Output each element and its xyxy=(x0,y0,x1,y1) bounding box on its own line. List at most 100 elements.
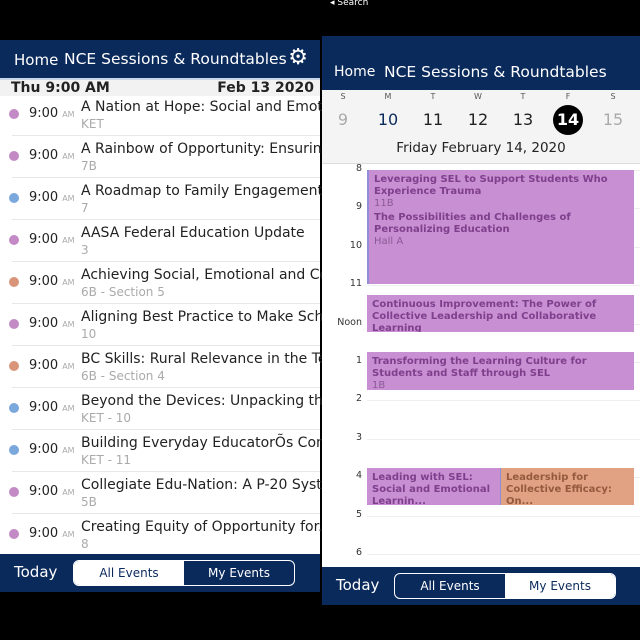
weekday-letter: S xyxy=(610,92,616,101)
my-events-tab[interactable]: My Events xyxy=(505,574,615,598)
day-number: 14 xyxy=(553,105,583,135)
session-room: KET - 11 xyxy=(81,453,132,467)
weekday-9[interactable]: S9 xyxy=(328,90,358,135)
nav-header: Home NCE Sessions & Roundtables xyxy=(322,36,640,90)
back-to-search[interactable]: ◂ Search xyxy=(330,0,368,8)
bottom-toolbar: Today All Events My Events xyxy=(322,567,640,605)
time-ampm: AM xyxy=(62,320,75,329)
calendar-event[interactable]: Leadership for Collective Efficacy: On..… xyxy=(501,467,634,505)
category-dot-icon xyxy=(9,151,19,161)
calendar-event[interactable]: Transforming the Learning Culture for St… xyxy=(367,352,634,390)
session-row[interactable]: 9:00 AM Achieving Social, Emotional and Co… xyxy=(0,262,350,304)
time-ampm: AM xyxy=(62,152,75,161)
weekday-15[interactable]: S 15 xyxy=(598,90,628,135)
week-strip: S 9 M 10 T 11 W 12 T 13 F 14 S 15 Friday February 14,… xyxy=(322,90,640,164)
category-dot-icon xyxy=(9,277,19,287)
session-time: 9:00 AM xyxy=(29,190,75,205)
time-ampm: AM xyxy=(62,278,75,287)
session-title: Beyond the Devices: Unpacking the... xyxy=(81,393,345,409)
session-time: 9:00 AM xyxy=(29,358,75,373)
session-room: 3 xyxy=(81,243,89,257)
weekday-11[interactable]: T 11 xyxy=(418,90,448,135)
session-time: 9:00 AM xyxy=(29,442,75,457)
category-dot-icon xyxy=(9,529,19,539)
weekday-14[interactable]: F 14 xyxy=(553,90,583,135)
event-room: Hall A xyxy=(374,236,404,247)
session-title: Building Everyday EducatorÕs Com... xyxy=(81,435,344,451)
event-title: The Possibilities and Challenges of Pers… xyxy=(374,212,571,235)
session-title: A Nation at Hope: Social and Emoti... xyxy=(81,99,341,115)
today-button[interactable]: Today xyxy=(336,576,379,594)
weekday-letter: S xyxy=(340,92,346,101)
session-row[interactable]: 9:00 AM A Roadmap to Family Engagement... 7 xyxy=(0,178,336,220)
hour-row: 2 xyxy=(322,393,640,404)
session-row[interactable]: 9:00 AM A Nation at Hope: Social and Emoti… xyxy=(0,94,340,136)
hour-line xyxy=(367,515,640,517)
time-value: 9:00 xyxy=(29,358,59,373)
session-room: 5B xyxy=(81,495,97,509)
session-row[interactable]: 9:00 AM BC Skills: Rural Relevance in the … xyxy=(0,346,348,388)
session-room: 8 xyxy=(81,537,89,551)
events-segmented-control: All Events My Events xyxy=(394,573,616,599)
session-row[interactable]: 9:00 AM AASA Federal Education Update 3 xyxy=(0,220,320,262)
session-row[interactable]: 9:00 AM Beyond the Devices: Unpacking the.… xyxy=(0,388,345,430)
event-title: Continuous Improvement: The Power of Col… xyxy=(372,298,597,333)
events-segmented-control: All Events My Events xyxy=(73,560,295,586)
category-dot-icon xyxy=(9,235,19,245)
day-number: 12 xyxy=(467,110,489,129)
left-screen-list-view: Home NCE Sessions & Roundtables ⚙ Thu 9:… xyxy=(0,40,350,592)
session-room: 7B xyxy=(81,159,97,173)
time-ampm: AM xyxy=(62,446,75,455)
event-room: 1B xyxy=(372,380,386,390)
calendar-event[interactable]: Leveraging SEL to Support Students Who E… xyxy=(367,170,634,285)
home-button[interactable]: Home xyxy=(14,51,58,69)
session-room: 10 xyxy=(81,327,97,341)
weekday-13[interactable]: T 13 xyxy=(508,90,538,135)
day-number: 13 xyxy=(512,110,534,129)
session-room: KET xyxy=(81,117,104,131)
session-room: KET - 10 xyxy=(81,411,132,425)
home-button[interactable]: Home xyxy=(334,64,375,80)
hour-line xyxy=(367,400,640,402)
event-title: Transforming the Learning Culture for St… xyxy=(372,356,587,380)
weekday-12[interactable]: W 12 xyxy=(463,90,493,135)
event-title: Leading with SEL: Social and Emotional L… xyxy=(372,471,491,505)
session-room: 7 xyxy=(81,201,89,215)
weekday-letter: W xyxy=(474,92,482,101)
day-number: 9 xyxy=(337,110,349,129)
session-time: 9:00 AM xyxy=(29,106,75,121)
hour-label: 8 xyxy=(355,163,362,174)
today-button[interactable]: Today xyxy=(14,563,57,581)
session-time: 9:00 AM xyxy=(29,316,75,331)
session-row[interactable]: 9:00 AM Creating Equity of Opportunity for… xyxy=(0,514,331,556)
nav-header: Home NCE Sessions & Roundtables ⚙ xyxy=(0,40,320,78)
category-dot-icon xyxy=(9,193,19,203)
hour-row: 6 xyxy=(322,547,640,558)
time-ampm: AM xyxy=(62,404,75,413)
session-title: BC Skills: Rural Relevance in the Tec... xyxy=(81,351,348,367)
gear-icon[interactable]: ⚙ xyxy=(288,45,308,70)
session-title: Achieving Social, Emotional and Cog... xyxy=(81,267,351,283)
calendar-event[interactable]: Continuous Improvement: The Power of Col… xyxy=(367,294,634,333)
time-value: 9:00 xyxy=(29,442,59,457)
all-events-tab[interactable]: All Events xyxy=(74,561,184,585)
day-number: 10 xyxy=(377,110,399,129)
session-row[interactable]: 9:00 AM Collegiate Edu-Nation: A P-20 Syst… xyxy=(0,472,344,514)
session-row[interactable]: 9:00 AM A Rainbow of Opportunity: Ensuring… xyxy=(0,136,344,178)
time-ampm: AM xyxy=(62,194,75,203)
selected-date-label: Friday February 14, 2020 xyxy=(396,140,566,156)
weekday-10[interactable]: M 10 xyxy=(373,90,403,135)
calendar-event[interactable]: Leading with SEL: Social and Emotional L… xyxy=(367,467,501,505)
session-room: 6B - Section 5 xyxy=(81,285,165,299)
session-title: A Rainbow of Opportunity: Ensuring... xyxy=(81,141,344,157)
time-ampm: AM xyxy=(62,530,75,539)
session-row[interactable]: 9:00 AM Aligning Best Practice to Make Sch… xyxy=(0,304,345,346)
all-events-tab[interactable]: All Events xyxy=(395,574,505,598)
my-events-tab[interactable]: My Events xyxy=(184,561,294,585)
time-value: 9:00 xyxy=(29,316,59,331)
page-title: NCE Sessions & Roundtables xyxy=(384,63,607,81)
session-row[interactable]: 9:00 AM Building Everyday EducatorÕs Com..… xyxy=(0,430,343,472)
time-ampm: AM xyxy=(62,110,75,119)
category-dot-icon xyxy=(9,445,19,455)
hour-label: 3 xyxy=(355,431,362,443)
